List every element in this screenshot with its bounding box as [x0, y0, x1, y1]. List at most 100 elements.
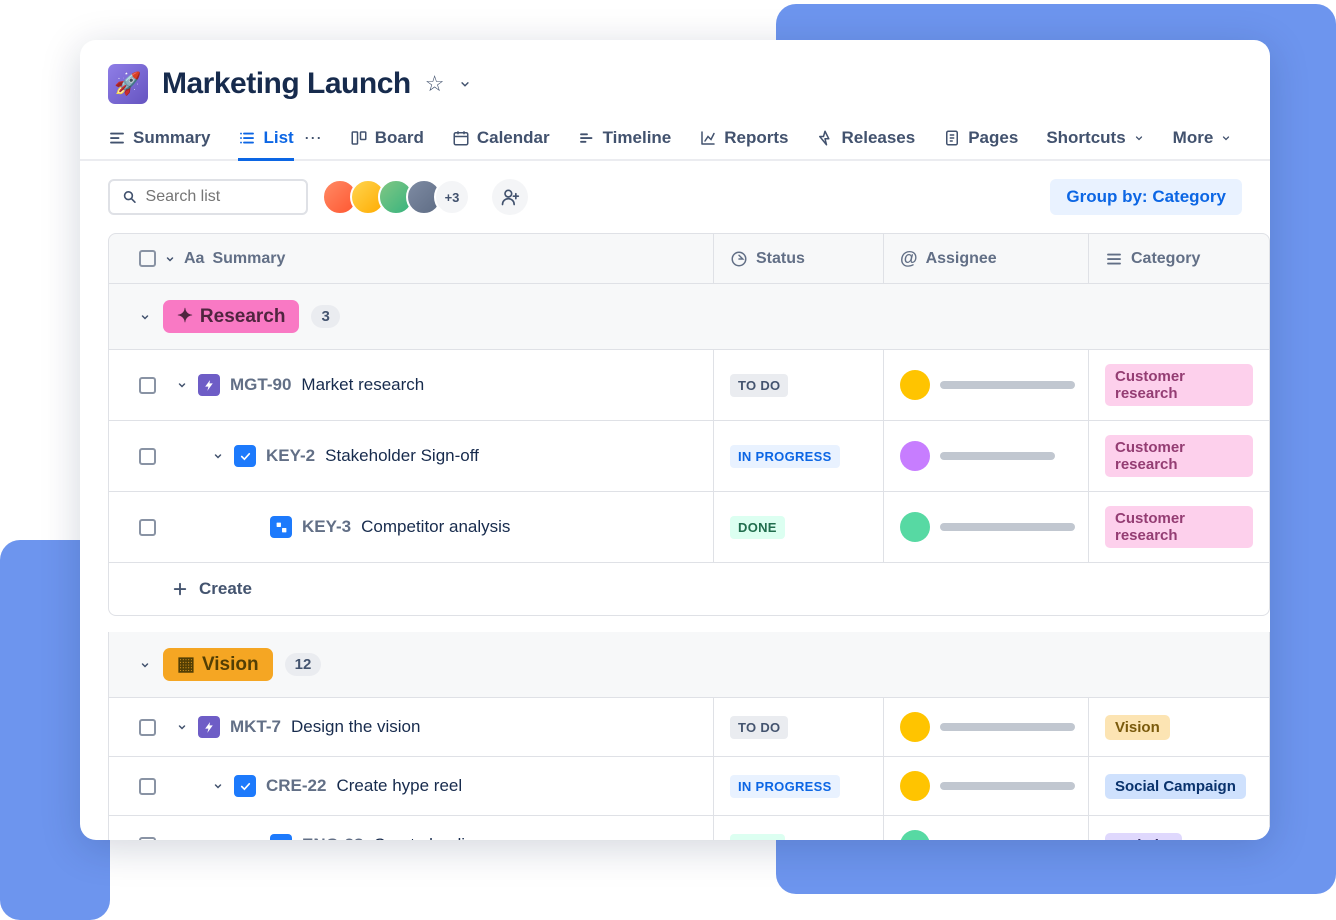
expand-toggle-icon[interactable] — [139, 659, 151, 671]
cell-assignee[interactable] — [884, 350, 1089, 420]
timeline-icon — [578, 129, 596, 147]
group-pill: ▦Vision — [163, 648, 273, 681]
cell-status[interactable]: TO DO — [714, 698, 884, 756]
column-label: Summary — [212, 250, 285, 268]
cell-status[interactable]: IN PROGRESS — [714, 757, 884, 815]
status-icon — [730, 250, 748, 268]
issue-key[interactable]: KEY-2 — [266, 446, 315, 466]
issue-row[interactable]: CRE-22 Create hype reel IN PROGRESS Social … — [108, 757, 1270, 816]
issue-row[interactable]: MGT-90 Market research TO DO Customer resea… — [108, 350, 1270, 421]
issue-key[interactable]: KEY-3 — [302, 517, 351, 537]
cell-assignee[interactable] — [884, 698, 1089, 756]
cell-category[interactable]: Social Campaign — [1089, 757, 1269, 815]
tab-label: List — [263, 128, 293, 148]
cell-status[interactable]: DONE — [714, 816, 884, 840]
assignee-name-placeholder — [940, 523, 1075, 531]
cell-status[interactable]: TO DO — [714, 350, 884, 420]
tab-calendar[interactable]: Calendar — [452, 118, 550, 161]
cell-category[interactable]: Customer research — [1089, 492, 1269, 562]
cell-assignee[interactable] — [884, 816, 1089, 840]
calendar-icon — [452, 129, 470, 147]
tab-shortcuts[interactable]: Shortcuts — [1046, 118, 1144, 161]
issue-key[interactable]: MKT-7 — [230, 717, 281, 737]
project-menu-dropdown[interactable] — [458, 77, 472, 91]
cell-category[interactable]: Customer research — [1089, 421, 1269, 491]
assignee-name-placeholder — [940, 381, 1075, 389]
group-count: 3 — [311, 305, 339, 328]
issue-row[interactable]: ENG-38 Create landing page DONE Website — [108, 816, 1270, 840]
cell-assignee[interactable] — [884, 421, 1089, 491]
avatar-overflow-count[interactable]: +3 — [434, 179, 470, 215]
mention-icon: @ — [900, 248, 918, 269]
cell-category[interactable]: Vision — [1089, 698, 1269, 756]
chevron-down-icon — [1220, 132, 1232, 144]
assignee-name-placeholder — [940, 452, 1055, 460]
issue-key[interactable]: ENG-38 — [302, 835, 363, 840]
row-checkbox[interactable] — [139, 778, 156, 795]
search-box[interactable] — [108, 179, 308, 215]
tab-releases[interactable]: Releases — [816, 118, 915, 161]
subtask-icon — [270, 834, 292, 840]
group-pill: ✦Research — [163, 300, 299, 333]
issue-row[interactable]: KEY-3 Competitor analysis DONE Customer res… — [108, 492, 1270, 563]
tab-pages[interactable]: Pages — [943, 118, 1018, 161]
search-input[interactable] — [146, 188, 294, 206]
expand-toggle-icon[interactable] — [176, 379, 188, 391]
expand-toggle-icon[interactable] — [139, 311, 151, 323]
row-checkbox[interactable] — [139, 377, 156, 394]
tab-options-button[interactable]: ⋯ — [304, 128, 322, 149]
column-header-assignee[interactable]: @ Assignee — [884, 234, 1089, 283]
row-checkbox[interactable] — [139, 719, 156, 736]
list-icon — [238, 129, 256, 147]
select-all-checkbox[interactable] — [139, 250, 156, 267]
tab-timeline[interactable]: Timeline — [578, 118, 672, 161]
row-checkbox[interactable] — [139, 837, 156, 841]
cell-assignee[interactable] — [884, 757, 1089, 815]
expand-toggle-icon[interactable] — [176, 721, 188, 733]
tab-reports[interactable]: Reports — [699, 118, 788, 161]
issue-title[interactable]: Create hype reel — [336, 776, 462, 796]
issue-title[interactable]: Market research — [301, 375, 424, 395]
issue-title[interactable]: Stakeholder Sign-off — [325, 446, 479, 466]
group-by-button[interactable]: Group by: Category — [1050, 179, 1242, 215]
text-format-icon: Aa — [184, 250, 204, 268]
project-list-view: 🚀 Marketing Launch ☆ Summary List ⋯ Boar… — [80, 40, 1270, 840]
expand-toggle-icon[interactable] — [212, 450, 224, 462]
cell-category[interactable]: Customer research — [1089, 350, 1269, 420]
group-header[interactable]: ▦Vision12 — [108, 632, 1270, 698]
column-label: Status — [756, 250, 805, 268]
category-pill: Vision — [1105, 715, 1170, 740]
tab-summary[interactable]: Summary — [108, 118, 210, 161]
cell-category[interactable]: Website — [1089, 816, 1269, 840]
issue-title[interactable]: Competitor analysis — [361, 517, 510, 537]
create-issue-button[interactable]: Create — [108, 563, 1270, 616]
issue-row[interactable]: KEY-2 Stakeholder Sign-off IN PROGRESS Cust… — [108, 421, 1270, 492]
star-button[interactable]: ☆ — [425, 71, 445, 97]
issue-row[interactable]: MKT-7 Design the vision TO DO Vision — [108, 698, 1270, 757]
tab-board[interactable]: Board — [350, 118, 424, 161]
tab-more[interactable]: More — [1173, 118, 1233, 161]
column-header-category[interactable]: Category — [1089, 234, 1269, 283]
category-pill: Customer research — [1105, 364, 1253, 406]
column-header-status[interactable]: Status — [714, 234, 884, 283]
issue-key[interactable]: CRE-22 — [266, 776, 326, 796]
row-checkbox[interactable] — [139, 519, 156, 536]
issue-key[interactable]: MGT-90 — [230, 375, 291, 395]
cell-status[interactable]: DONE — [714, 492, 884, 562]
chevron-down-icon[interactable] — [164, 253, 176, 265]
cell-assignee[interactable] — [884, 492, 1089, 562]
tab-label: More — [1173, 128, 1214, 148]
group-header[interactable]: ✦Research 3 — [108, 284, 1270, 350]
issue-title[interactable]: Create landing page — [373, 835, 526, 840]
add-person-button[interactable] — [492, 179, 528, 215]
row-checkbox[interactable] — [139, 448, 156, 465]
issue-title[interactable]: Design the vision — [291, 717, 420, 737]
column-header-summary[interactable]: Aa Summary — [109, 234, 714, 283]
cell-status[interactable]: IN PROGRESS — [714, 421, 884, 491]
tab-list[interactable]: List — [238, 118, 293, 161]
category-pill: Customer research — [1105, 435, 1253, 477]
task-icon — [234, 445, 256, 467]
assignee-avatar — [900, 771, 930, 801]
expand-toggle-icon[interactable] — [212, 780, 224, 792]
pages-icon — [943, 129, 961, 147]
